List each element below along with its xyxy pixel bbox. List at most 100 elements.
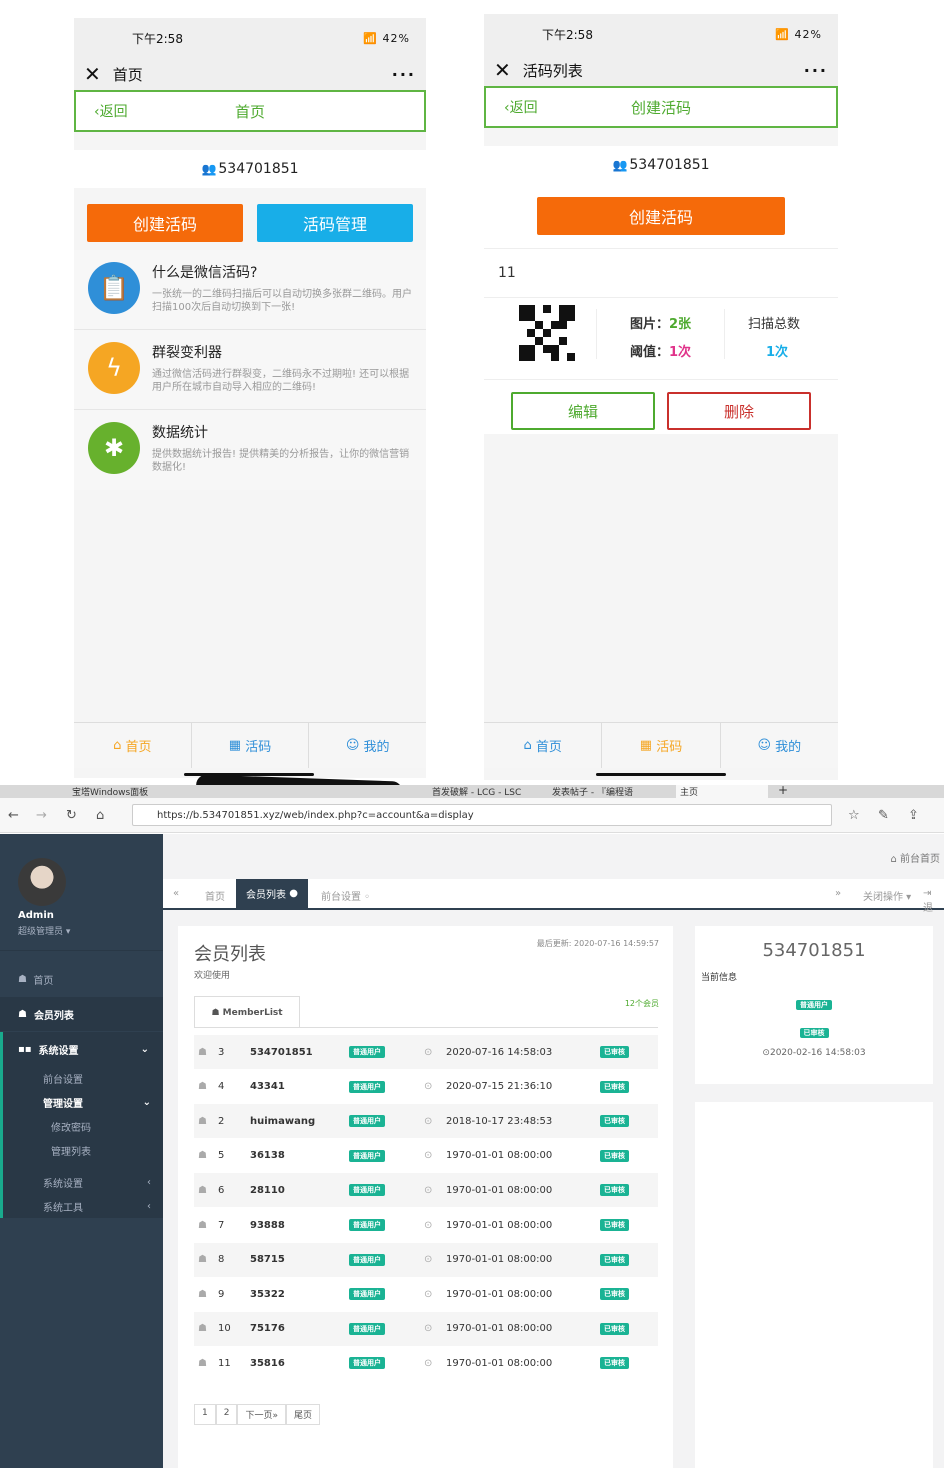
tab-front[interactable]: 前台设置 ◦ [321, 888, 370, 903]
back-icon[interactable]: ← [8, 808, 19, 823]
threshold-value: 1次 [669, 345, 692, 360]
delete-button[interactable]: 删除 [667, 392, 811, 430]
page-2[interactable]: 2 [215, 1404, 238, 1425]
user-icon: ☗ [198, 1184, 207, 1196]
sidebar-sub-manage[interactable]: 管理设置 ⌄ [3, 1090, 163, 1114]
lightning-icon: ϟ [88, 342, 140, 394]
window-title: 首页 [112, 65, 143, 84]
clock-icon: ⊙ [424, 1150, 433, 1162]
table-row[interactable]: ☗ 6 28110 普通用户 ⊙ 1970-01-01 08:00:00 已审核 [194, 1173, 658, 1208]
clipboard-icon: 📋 [88, 262, 140, 314]
create-code-button[interactable]: 创建活码 [537, 197, 785, 235]
more-icon[interactable]: ··· [392, 65, 416, 84]
detail-type-badge: 普通用户 [796, 1000, 832, 1010]
tab-home[interactable]: 首页 [205, 888, 225, 903]
detail-time: ⊙2020-02-16 14:58:03 [762, 1048, 866, 1058]
detail-label: 当前信息 [701, 973, 738, 983]
member-type-badge: 普通用户 [349, 1046, 385, 1058]
member-id: 5 [218, 1150, 225, 1162]
clock-icon: ⊙ [424, 1323, 433, 1335]
sidebar-sub-list[interactable]: 管理列表 [3, 1138, 163, 1162]
member-type-badge: 普通用户 [349, 1219, 385, 1231]
tab-codes[interactable]: ▦ 活码 [192, 723, 310, 768]
table-row[interactable]: ☗ 8 58715 普通用户 ⊙ 1970-01-01 08:00:00 已审核 [194, 1242, 658, 1277]
browser-tab[interactable]: 主页 [676, 785, 769, 798]
home-indicator [596, 773, 726, 776]
close-ops-dropdown[interactable]: 关闭操作 ▾ [863, 888, 911, 903]
sidebar-item-home[interactable]: ☗ 首页 [0, 962, 163, 996]
feature-item[interactable]: 📋 什么是微信活码? 一张统一的二维码扫描后可以自动切换多张群二维码。用户扫描10… [74, 250, 426, 330]
tab-codes[interactable]: ▦ 活码 [602, 723, 721, 768]
browser-tab[interactable]: 首发破解 - LCG - LSC [432, 785, 521, 798]
table-row[interactable]: ☗ 10 75176 普通用户 ⊙ 1970-01-01 08:00:00 已审核 [194, 1311, 658, 1346]
detail-name: 534701851 [762, 940, 866, 961]
forward-icon[interactable]: → [36, 808, 47, 823]
sidebar-sub-password[interactable]: 修改密码 [3, 1114, 163, 1138]
member-name: 58715 [250, 1254, 285, 1266]
last-page[interactable]: 尾页 [285, 1404, 320, 1425]
close-icon[interactable]: ✕ [84, 62, 101, 86]
qr-icon: ▦ [228, 738, 242, 753]
sidebar-item-system[interactable]: ▪▪ 系统设置 ⌄ [3, 1032, 163, 1066]
manage-code-button[interactable]: 活码管理 [257, 204, 413, 242]
feature-item[interactable]: ✱ 数据统计 提供数据统计报告! 提供精美的分析报告，让你的微信营销数据化! [74, 410, 426, 490]
tab-members[interactable]: 会员列表 ● [236, 879, 308, 908]
last-updated: 最后更新: 2020-07-16 14:59:57 [536, 939, 659, 948]
close-icon[interactable]: ✕ [494, 58, 511, 82]
table-row[interactable]: ☗ 3 534701851 普通用户 ⊙ 2020-07-16 14:58:03 已审核 [194, 1035, 658, 1069]
member-time: 1970-01-01 08:00:00 [446, 1219, 553, 1231]
tab-scroll-left-icon[interactable]: « [173, 888, 179, 899]
refresh-icon[interactable]: ↻ [66, 808, 77, 823]
wechat-title-bar: ✕ 首页 ··· [74, 58, 426, 90]
sidebar-item-members[interactable]: ☗ 会员列表 [0, 997, 163, 1031]
edit-button[interactable]: 编辑 [511, 392, 655, 430]
table-row[interactable]: ☗ 5 36138 普通用户 ⊙ 1970-01-01 08:00:00 已审核 [194, 1139, 658, 1173]
sidebar-sub-system[interactable]: 系统设置 ‹ [3, 1170, 163, 1194]
browser-tab[interactable]: 发表帖子 - 『编程语 [552, 785, 633, 798]
back-button[interactable]: ‹返回 [504, 97, 538, 117]
table-row[interactable]: ☗ 7 93888 普通用户 ⊙ 1970-01-01 08:00:00 已审核 [194, 1208, 658, 1242]
create-code-button[interactable]: 创建活码 [87, 204, 243, 242]
back-button[interactable]: ‹返回 [94, 101, 128, 121]
table-row[interactable]: ☗ 9 35322 普通用户 ⊙ 1970-01-01 08:00:00 已审核 [194, 1277, 658, 1311]
user-icon: ☺ [345, 738, 360, 753]
home-icon[interactable]: ⌂ [96, 808, 104, 823]
user-id-bar: 👥 534701851 [484, 146, 838, 184]
admin-role[interactable]: 超级管理员 ▾ [18, 924, 70, 937]
table-row[interactable]: ☗ 2 huimawang 普通用户 ⊙ 2018-10-17 23:48:53 已审核 [194, 1104, 658, 1139]
memberlist-tab[interactable]: ☗ MemberList [194, 996, 300, 1028]
tab-mine[interactable]: ☺ 我的 [721, 723, 838, 768]
tab-home[interactable]: ⌂ 首页 [74, 723, 192, 768]
url-input[interactable]: https://b.534701851.xyz/web/index.php?c=… [132, 804, 832, 826]
more-icon[interactable]: ··· [804, 61, 828, 80]
table-row[interactable]: ☗ 4 43341 普通用户 ⊙ 2020-07-15 21:36:10 已审核 [194, 1070, 658, 1104]
pen-icon[interactable]: ✎ [878, 808, 889, 823]
logout-button[interactable]: ⇥ 退 [923, 888, 944, 914]
wechat-title-bar: ✕ 活码列表 ··· [484, 54, 838, 86]
page-1[interactable]: 1 [194, 1404, 216, 1425]
sidebar-sub-tools[interactable]: 系统工具 ‹ [3, 1194, 163, 1218]
next-page[interactable]: 下一页» [237, 1404, 286, 1425]
browser-tab[interactable]: 宝塔Windows面板 [72, 785, 148, 798]
member-time: 1970-01-01 08:00:00 [446, 1150, 553, 1162]
tab-mine[interactable]: ☺ 我的 [309, 723, 426, 768]
detail-status-badge: 已审核 [799, 1028, 829, 1038]
table-row[interactable]: ☗ 11 35816 普通用户 ⊙ 1970-01-01 08:00:00 已审核 [194, 1346, 658, 1380]
new-tab-button[interactable]: + [778, 785, 788, 797]
sidebar-sub-front[interactable]: 前台设置 [3, 1066, 163, 1090]
share-icon[interactable]: ⇪ [908, 808, 919, 823]
pagination: 1 2 下一页» 尾页 [194, 1404, 320, 1425]
member-list-panel: 会员列表 欢迎使用 最后更新: 2020-07-16 14:59:57 ☗ Me… [178, 926, 673, 1468]
feature-item[interactable]: ϟ 群裂变利器 通过微信活码进行群裂变，二维码永不过期啦! 还可以根据用户所在城市… [74, 330, 426, 410]
member-status-badge: 已审核 [600, 1288, 629, 1301]
breadcrumb[interactable]: ⌂ 前台首页 [890, 850, 940, 865]
feature-desc: 提供数据统计报告! 提供精美的分析报告，让你的微信营销数据化! [152, 449, 410, 473]
member-type-badge: 普通用户 [349, 1322, 385, 1335]
nav-title: 首页 [234, 102, 265, 121]
tab-scroll-right-icon[interactable]: » [835, 888, 841, 899]
gear-icon: ✱ [88, 422, 140, 474]
favorite-icon[interactable]: ☆ [848, 808, 860, 823]
chevron-down-icon: ⌄ [142, 1096, 151, 1108]
tab-home[interactable]: ⌂ 首页 [484, 723, 603, 768]
member-status-badge: 已审核 [600, 1184, 629, 1197]
